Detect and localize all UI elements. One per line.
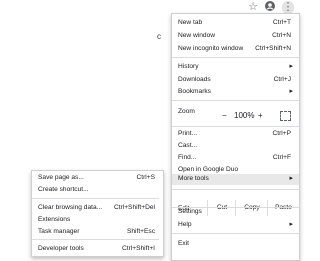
menu-separator — [172, 233, 299, 234]
submenu-item-create-shortcut[interactable]: Create shortcut... — [32, 184, 163, 195]
menu-item-new-incognito-window[interactable]: New incognito window Ctrl+Shift+N — [172, 44, 299, 55]
menu-item-new-window[interactable]: New window Ctrl+N — [172, 31, 299, 42]
menu-separator — [172, 126, 299, 127]
zoom-label: Zoom — [178, 108, 195, 115]
menu-separator — [172, 189, 299, 190]
zoom-value: 100% — [234, 111, 255, 120]
menu-item-history[interactable]: History ▸ — [172, 62, 299, 73]
submenu-item-extensions[interactable]: Extensions — [32, 214, 163, 225]
page-content-fragment: c — [157, 32, 161, 41]
menu-item-bookmarks[interactable]: Bookmarks ▸ — [172, 87, 299, 98]
chevron-right-icon: ▸ — [289, 63, 293, 70]
menu-item-help[interactable]: Help ▸ — [172, 220, 299, 231]
menu-item-downloads[interactable]: Downloads Ctrl+J — [172, 75, 299, 86]
more-tools-submenu: Save page as... Ctrl+S Create shortcut..… — [31, 170, 164, 257]
chrome-main-menu: New tab Ctrl+T New window Ctrl+N New inc… — [171, 13, 300, 261]
zoom-out-button[interactable]: − — [222, 112, 227, 120]
submenu-separator — [32, 239, 159, 240]
submenu-item-save-page-as[interactable]: Save page as... Ctrl+S — [32, 172, 163, 183]
menu-item-print[interactable]: Print... Ctrl+P — [172, 129, 299, 140]
submenu-item-task-manager[interactable]: Task manager Shift+Esc — [32, 226, 163, 237]
menu-separator — [172, 100, 299, 101]
submenu-item-developer-tools[interactable]: Developer tools Ctrl+Shift+I — [32, 243, 163, 254]
chevron-right-icon: ▸ — [289, 175, 293, 182]
menu-item-settings[interactable]: Settings — [172, 207, 299, 218]
menu-item-new-tab[interactable]: New tab Ctrl+T — [172, 18, 299, 29]
menu-item-exit[interactable]: Exit — [172, 239, 299, 250]
zoom-controls: − 100% + — [218, 110, 274, 124]
zoom-in-button[interactable]: + — [258, 112, 263, 120]
submenu-item-clear-browsing-data[interactable]: Clear browsing data... Ctrl+Shift+Del — [32, 202, 163, 213]
menu-item-more-tools[interactable]: More tools ▸ — [172, 174, 299, 185]
menu-separator — [172, 57, 299, 58]
submenu-separator — [32, 198, 159, 199]
menu-item-cast[interactable]: Cast... — [172, 141, 299, 152]
fullscreen-icon[interactable] — [280, 111, 291, 121]
chevron-right-icon: ▸ — [289, 221, 293, 228]
menu-item-find[interactable]: Find... Ctrl+F — [172, 153, 299, 164]
chevron-right-icon: ▸ — [289, 88, 293, 95]
